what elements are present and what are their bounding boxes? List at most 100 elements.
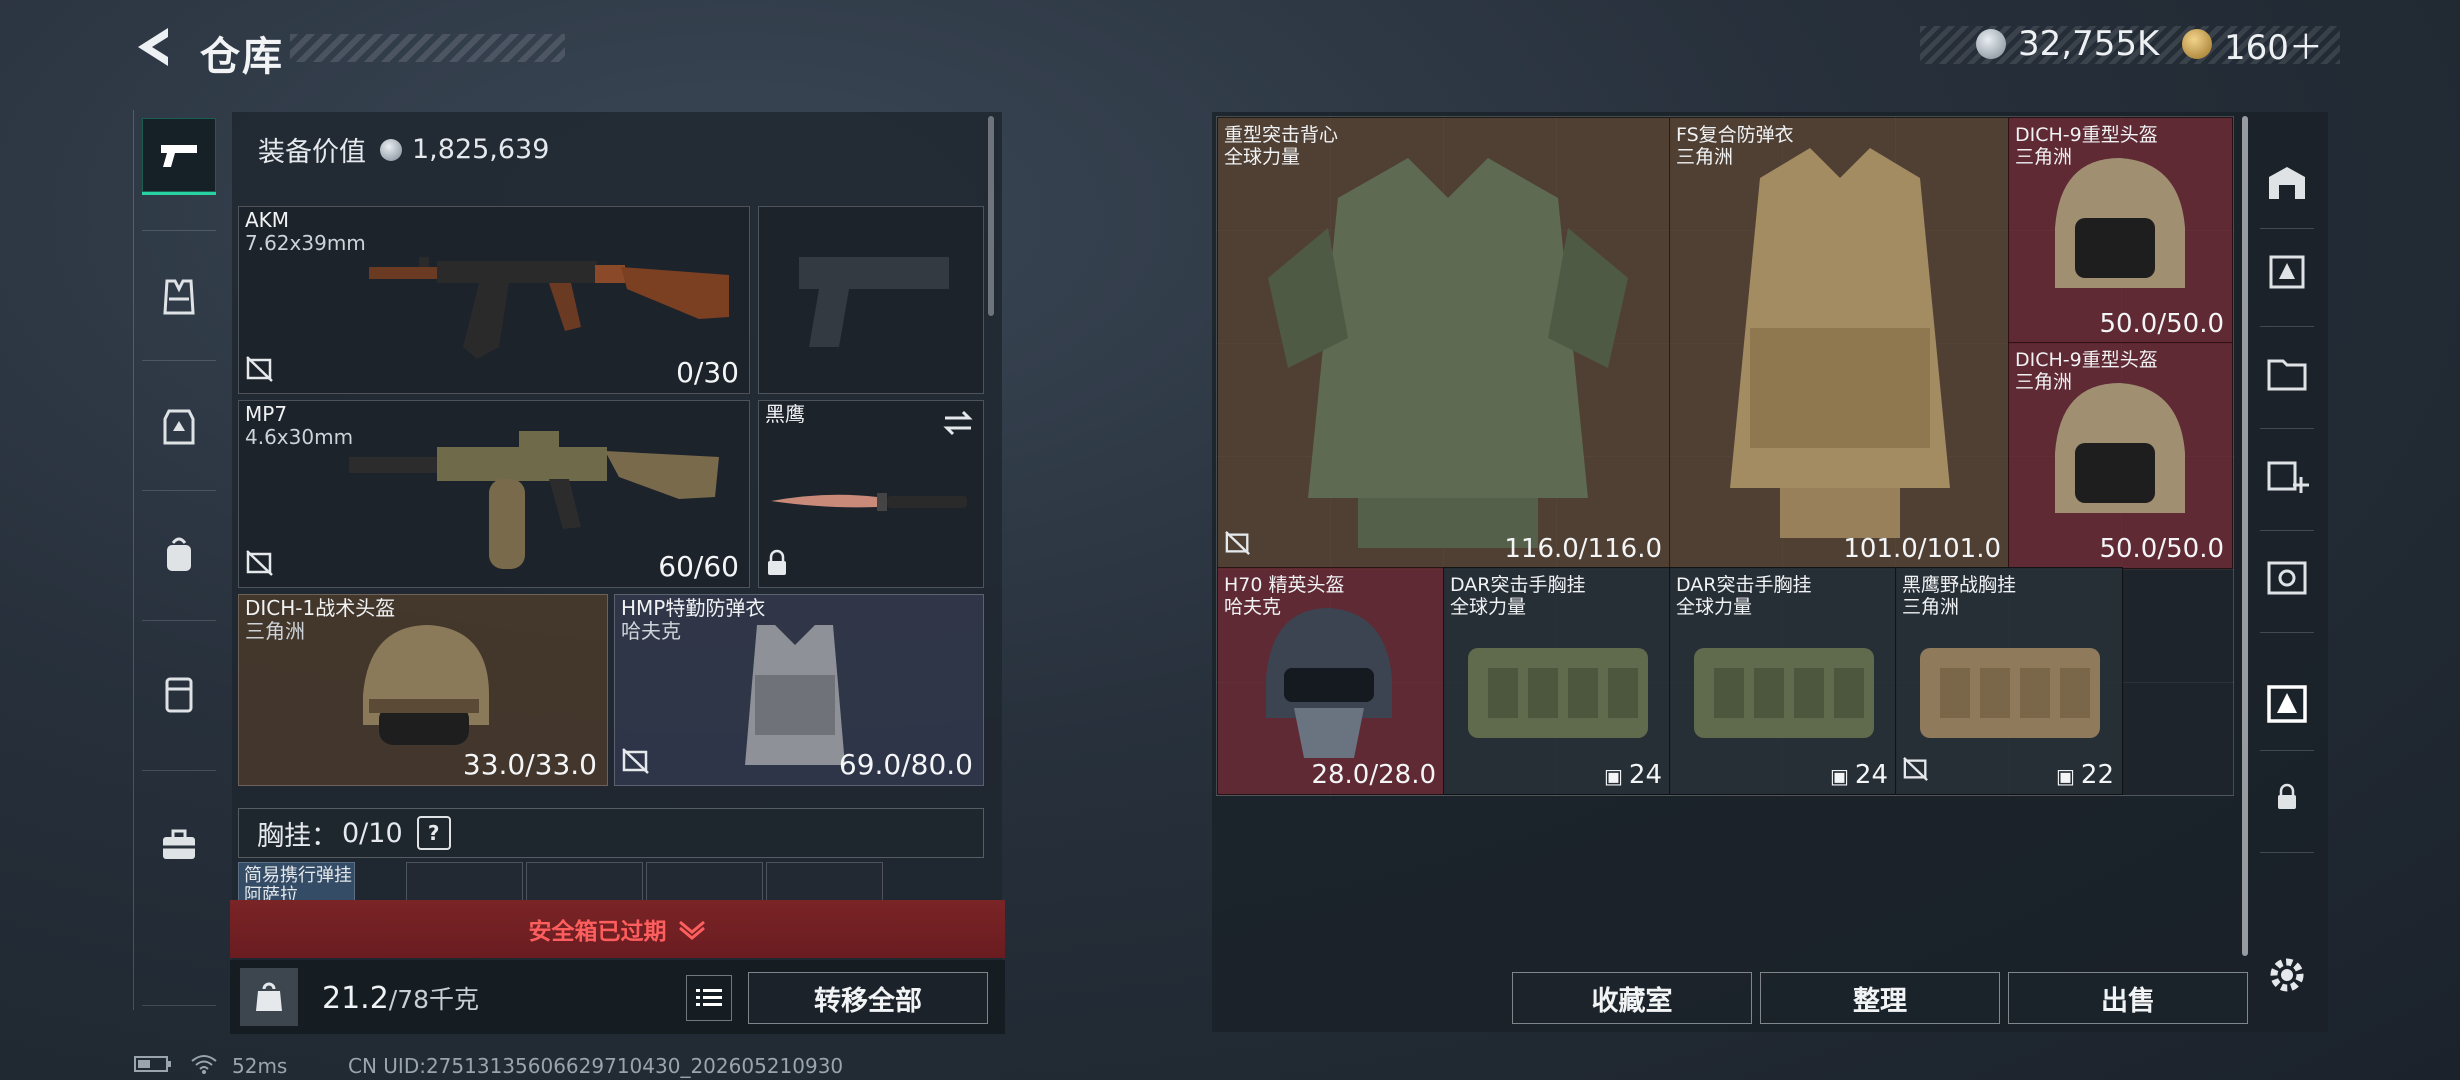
settings-button[interactable] bbox=[2254, 942, 2320, 1008]
rig-icon: ▣ bbox=[1604, 764, 1623, 788]
warehouse-icon bbox=[2269, 167, 2305, 199]
tab-locked[interactable] bbox=[2254, 764, 2320, 830]
helmet-slot[interactable]: DICH-1战术头盔 三角洲 33.0/33.0 bbox=[238, 594, 608, 786]
safe-box-expired-banner[interactable]: 安全箱已过期 bbox=[230, 900, 1005, 958]
item-title: H70 精英头盔 bbox=[1224, 574, 1345, 596]
collection-room-button[interactable]: 收藏室 bbox=[1512, 972, 1752, 1024]
backpack-icon bbox=[167, 537, 191, 571]
chest-slot-1-name: 简易携行弹挂 bbox=[244, 865, 352, 886]
dar-chest-rig-image bbox=[1694, 648, 1874, 738]
item-durability: 50.0/50.0 bbox=[2099, 309, 2224, 339]
back-arrow-icon bbox=[138, 28, 168, 66]
item-capacity-value: 24 bbox=[1854, 760, 1888, 790]
item-faction: 全球力量 bbox=[1224, 146, 1301, 168]
equipment-scrollbar[interactable] bbox=[988, 116, 994, 316]
secondary-weapon-ammo: 60/60 bbox=[658, 550, 739, 583]
tab-storage-4[interactable] bbox=[2254, 340, 2320, 406]
storage-item[interactable]: H70 精英头盔 哈夫克 28.0/28.0 bbox=[1217, 567, 1445, 795]
storage-item[interactable]: DICH-9重型头盔 三角洲 50.0/50.0 bbox=[2008, 342, 2233, 569]
weight-icon bbox=[240, 968, 298, 1026]
armor-faction: 哈夫克 bbox=[621, 619, 681, 643]
tab-storage-main[interactable] bbox=[2254, 150, 2320, 216]
pistol-slot[interactable] bbox=[758, 206, 984, 394]
storage-item[interactable]: FS复合防弹衣 三角洲 101.0/101.0 bbox=[1669, 117, 2010, 569]
tab-storage-5[interactable] bbox=[2254, 544, 2320, 610]
storage-item[interactable]: DAR突击手胸挂 全球力量 ▣ 24 bbox=[1669, 567, 1897, 795]
nav-case[interactable] bbox=[142, 658, 216, 732]
armor-slot[interactable]: HMP特勤防弹衣 哈夫克 69.0/80.0 bbox=[614, 594, 984, 786]
swap-icon[interactable] bbox=[941, 409, 975, 437]
helmet-faction: 三角洲 bbox=[245, 619, 305, 643]
list-icon bbox=[696, 989, 722, 1006]
rig-icon: ▣ bbox=[2056, 764, 2075, 788]
chest-slot-2[interactable] bbox=[406, 862, 523, 904]
storage-item[interactable]: DICH-9重型头盔 三角洲 50.0/50.0 bbox=[2008, 117, 2233, 344]
tab-storage-2[interactable] bbox=[2254, 238, 2320, 304]
chest-slot-3[interactable] bbox=[526, 862, 643, 904]
item-faction: 三角洲 bbox=[1676, 146, 1734, 168]
silver-amount: 32,755K bbox=[2018, 24, 2160, 64]
weight-current: 21.2 bbox=[322, 981, 389, 1016]
storage-item[interactable]: 重型突击背心 全球力量 116.0/116.0 bbox=[1217, 117, 1671, 569]
gun-icon bbox=[161, 145, 197, 167]
ping: 52ms bbox=[232, 1054, 288, 1078]
sell-label: 出售 bbox=[2101, 985, 2155, 1017]
gear-icon bbox=[2270, 958, 2304, 992]
storage-item-name: DICH-9重型头盔 三角洲 bbox=[2015, 349, 2158, 393]
nav-armor[interactable] bbox=[142, 390, 216, 464]
case-icon bbox=[165, 677, 193, 713]
helmet-name: DICH-1战术头盔 bbox=[245, 596, 396, 620]
wifi-icon bbox=[190, 1054, 218, 1079]
nav-chest-rig[interactable] bbox=[142, 260, 216, 334]
silver-coin-icon bbox=[380, 138, 402, 161]
collection-room-label: 收藏室 bbox=[1591, 985, 1673, 1017]
transfer-all-button[interactable]: 转移全部 bbox=[748, 972, 988, 1024]
nav-toolbox[interactable] bbox=[142, 808, 216, 882]
h70-helmet-image bbox=[1266, 608, 1392, 758]
gold-coin-icon bbox=[2182, 29, 2212, 59]
chest-rig-row: 胸挂： 0/10 ? bbox=[238, 808, 984, 858]
item-title: 重型突击背心 bbox=[1224, 124, 1339, 146]
tab-storage-active[interactable] bbox=[2254, 670, 2320, 736]
left-category-nav bbox=[133, 110, 226, 1010]
safe-icon bbox=[2267, 561, 2307, 595]
dar-chest-rig-image bbox=[1468, 648, 1648, 738]
storage-scrollbar[interactable] bbox=[2242, 116, 2248, 956]
equipment-value-label: 装备价值 bbox=[258, 137, 366, 168]
organize-button[interactable]: 整理 bbox=[1760, 972, 2000, 1024]
no-insure-icon bbox=[1902, 756, 1930, 786]
storage-box-icon bbox=[2267, 685, 2307, 723]
item-capacity: ▣ 22 bbox=[2056, 760, 2114, 790]
melee-slot[interactable]: 黑鹰 bbox=[758, 400, 984, 588]
silver-currency[interactable]: 32,755K bbox=[1976, 22, 2159, 66]
tab-storage-add[interactable] bbox=[2254, 442, 2320, 508]
help-button[interactable]: ? bbox=[416, 816, 451, 850]
heavy-assault-vest-image bbox=[1268, 158, 1628, 548]
primary-weapon-slot[interactable]: AKM 7.62x39mm 0/30 bbox=[238, 206, 750, 394]
chest-slot-5[interactable] bbox=[766, 862, 883, 904]
fs-composite-armor-image bbox=[1730, 148, 1950, 538]
storage-item[interactable]: 黑鹰野战胸挂 三角洲 ▣ 22 bbox=[1895, 567, 2123, 795]
list-view-button[interactable] bbox=[686, 975, 732, 1021]
silver-coin-icon bbox=[1976, 29, 2006, 59]
nav-backpack[interactable] bbox=[142, 518, 216, 592]
storage-item-name: 重型突击背心 全球力量 bbox=[1224, 124, 1338, 168]
chest-rig-label: 胸挂： bbox=[257, 820, 338, 852]
item-faction: 哈夫克 bbox=[1224, 596, 1282, 618]
blackhawk-chest-rig-image bbox=[1920, 648, 2100, 738]
storage-item-name: DAR突击手胸挂 全球力量 bbox=[1450, 574, 1586, 618]
back-button[interactable] bbox=[130, 24, 176, 70]
toolbox-icon bbox=[163, 829, 195, 859]
gold-currency[interactable]: 160＋ bbox=[2182, 22, 2323, 68]
item-title: FS复合防弹衣 bbox=[1676, 124, 1794, 146]
item-faction: 三角洲 bbox=[1902, 596, 1960, 618]
secondary-weapon-slot[interactable]: MP7 4.6x30mm 60/60 bbox=[238, 400, 750, 588]
sell-button[interactable]: 出售 bbox=[2008, 972, 2248, 1024]
item-title: DICH-9重型头盔 bbox=[2015, 124, 2158, 146]
item-capacity: ▣ 24 bbox=[1604, 760, 1662, 790]
storage-item[interactable]: DAR突击手胸挂 全球力量 ▣ 24 bbox=[1443, 567, 1671, 795]
chest-slot-4[interactable] bbox=[646, 862, 763, 904]
storage-item-name: FS复合防弹衣 三角洲 bbox=[1676, 124, 1794, 168]
nav-weapons[interactable] bbox=[142, 118, 216, 195]
armor-icon bbox=[163, 409, 195, 445]
